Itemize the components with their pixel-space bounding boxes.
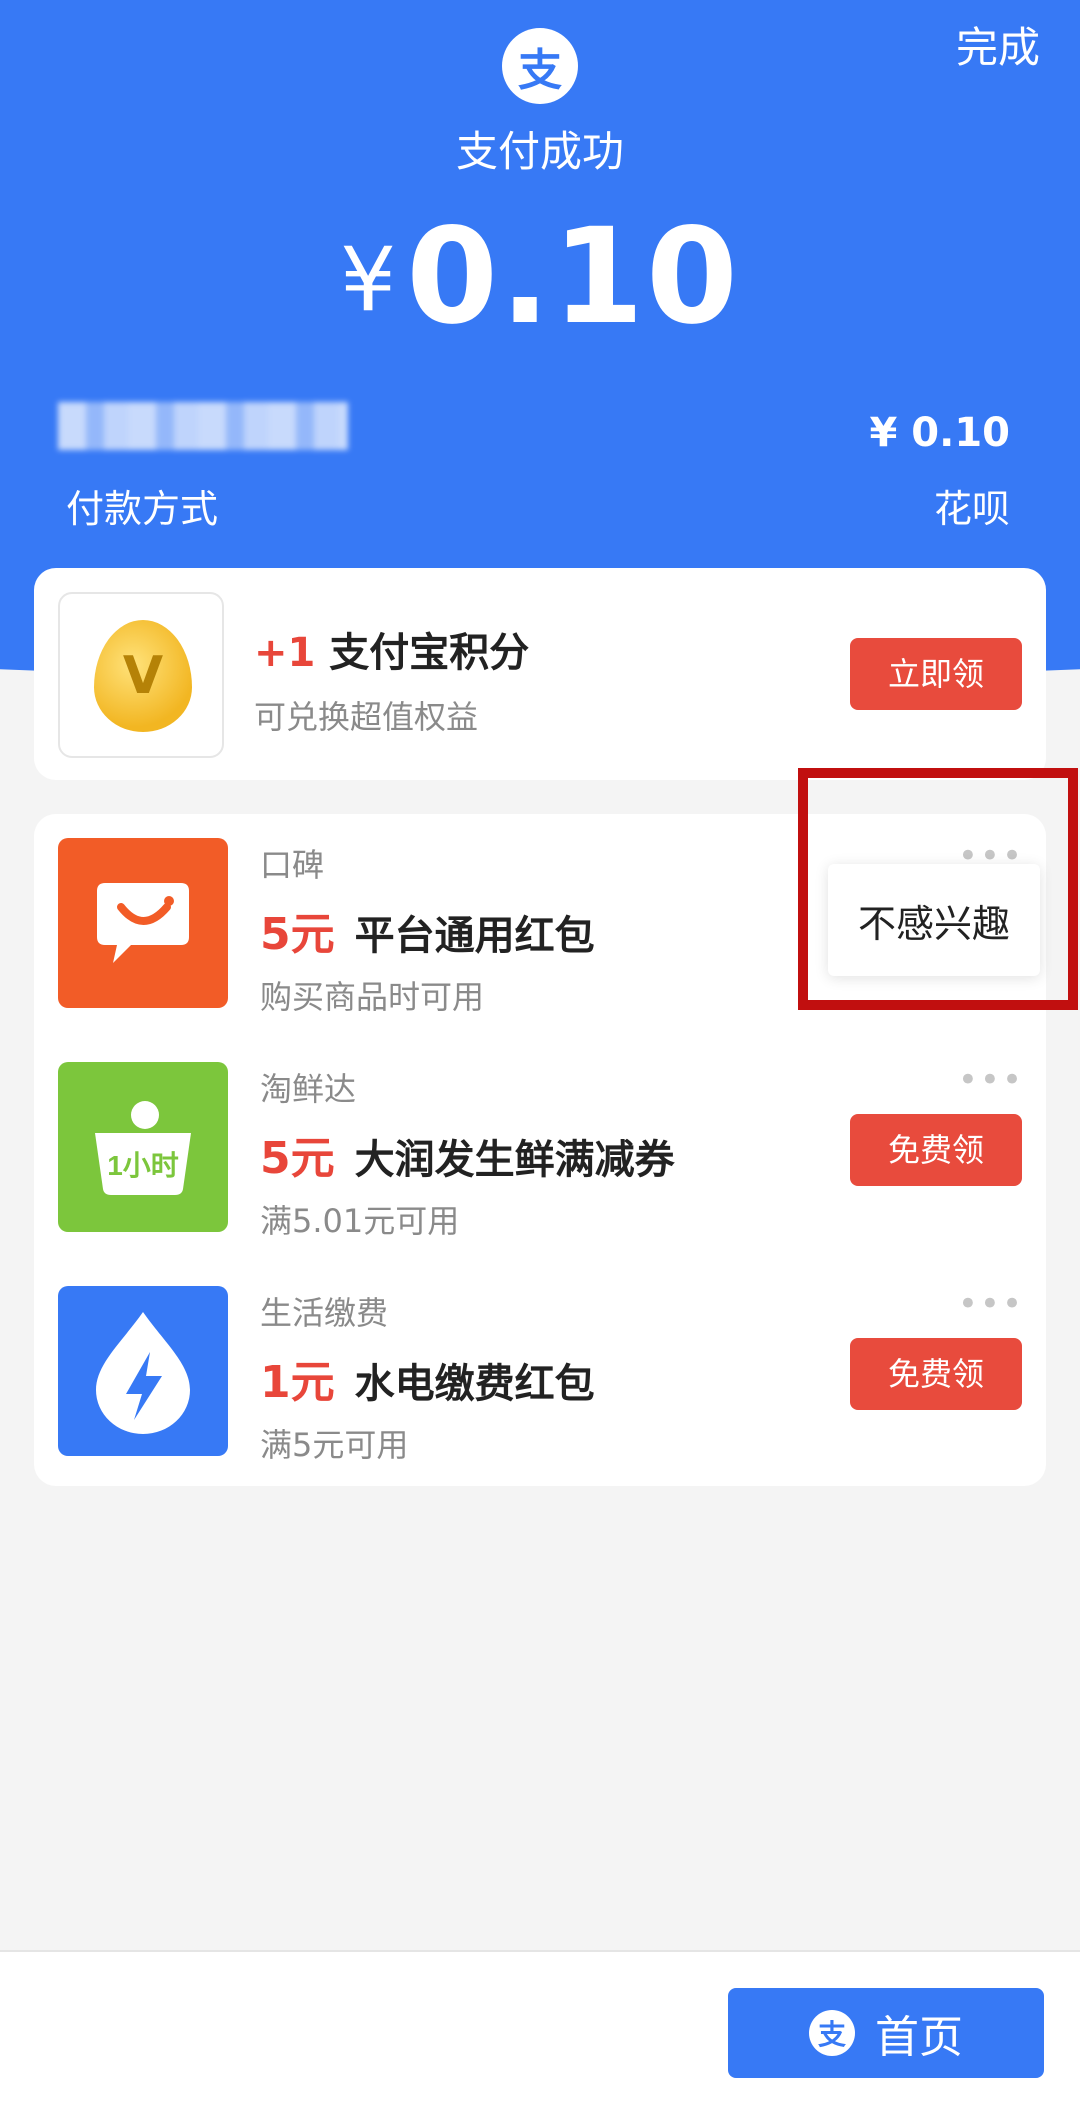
- paid-amount: ¥ 0.10: [869, 410, 1010, 456]
- basket-label: 1小时: [107, 1150, 179, 1181]
- koubei-speech-icon: [97, 883, 189, 963]
- claim-points-button[interactable]: 立即领: [850, 638, 1022, 710]
- alipay-logo-icon: 支: [502, 28, 578, 104]
- home-button-label: 首页: [875, 2012, 963, 2063]
- amount-value: 0.10: [406, 200, 740, 354]
- payment-status: 支付成功: [455, 127, 624, 176]
- more-options-icon[interactable]: •••: [958, 1060, 1024, 1100]
- offer-title-text: 水电缴费红包: [354, 1361, 595, 1407]
- points-subtitle: 可兑换超值权益: [254, 698, 479, 736]
- points-coin-letter: V: [122, 646, 164, 706]
- utility-bill-icon: [58, 1286, 228, 1456]
- offer-brand: 淘鲜达: [260, 1070, 357, 1108]
- home-button[interactable]: 支 首页: [728, 1988, 1044, 2078]
- done-button[interactable]: 完成: [956, 14, 1040, 75]
- currency-symbol: ¥: [340, 228, 397, 331]
- points-title-text: 支付宝积分: [329, 630, 530, 676]
- points-card: V +1 支付宝积分 可兑换超值权益 立即领: [34, 568, 1046, 780]
- alipay-small-logo-icon: 支: [809, 2010, 855, 2056]
- offer-title: 1元 水电缴费红包: [260, 1346, 595, 1410]
- koubei-icon: [58, 838, 228, 1008]
- bottom-bar: 支 首页: [0, 1950, 1080, 2107]
- points-title: +1 支付宝积分: [254, 620, 529, 678]
- offer-condition: 购买商品时可用: [260, 978, 485, 1016]
- claim-offer-button[interactable]: 免费领: [850, 1338, 1022, 1410]
- payment-amount: ¥0.10: [0, 200, 1080, 354]
- offer-title: 5元 大润发生鲜满减券: [260, 1122, 675, 1186]
- offer-brand: 生活缴费: [260, 1294, 389, 1332]
- offer-row[interactable]: 1小时 淘鲜达 5元 大润发生鲜满减券 满5.01元可用 ••• 免费领: [34, 1038, 1046, 1262]
- points-icon-box: V: [58, 592, 224, 758]
- offer-brand: 口碑: [260, 846, 325, 884]
- offer-condition: 满5元可用: [260, 1426, 409, 1464]
- offer-title: 5元 平台通用红包: [260, 898, 595, 962]
- offer-title-text: 平台通用红包: [354, 913, 595, 959]
- highlight-box: [798, 768, 1078, 1010]
- offer-amount: 1元: [260, 1357, 335, 1408]
- offer-title-text: 大润发生鲜满减券: [354, 1137, 675, 1183]
- claim-offer-button[interactable]: 免费领: [850, 1114, 1022, 1186]
- payment-method-label: 付款方式: [66, 487, 219, 531]
- basket-icon: 1小时: [95, 1101, 191, 1195]
- payment-method-value: 花呗: [933, 487, 1010, 531]
- blurred-account-info: [58, 402, 348, 450]
- more-options-icon[interactable]: •••: [958, 1284, 1024, 1324]
- water-drop-bolt-icon: [96, 1312, 190, 1434]
- points-coin-icon: V: [94, 620, 192, 732]
- alipay-logo-char: 支: [518, 45, 562, 96]
- taoxianda-icon: 1小时: [58, 1062, 228, 1232]
- offer-row[interactable]: 生活缴费 1元 水电缴费红包 满5元可用 ••• 免费领: [34, 1262, 1046, 1486]
- offer-amount: 5元: [260, 1133, 335, 1184]
- points-plus: +1: [254, 630, 316, 676]
- offer-condition: 满5.01元可用: [260, 1202, 460, 1240]
- offer-amount: 5元: [260, 909, 335, 960]
